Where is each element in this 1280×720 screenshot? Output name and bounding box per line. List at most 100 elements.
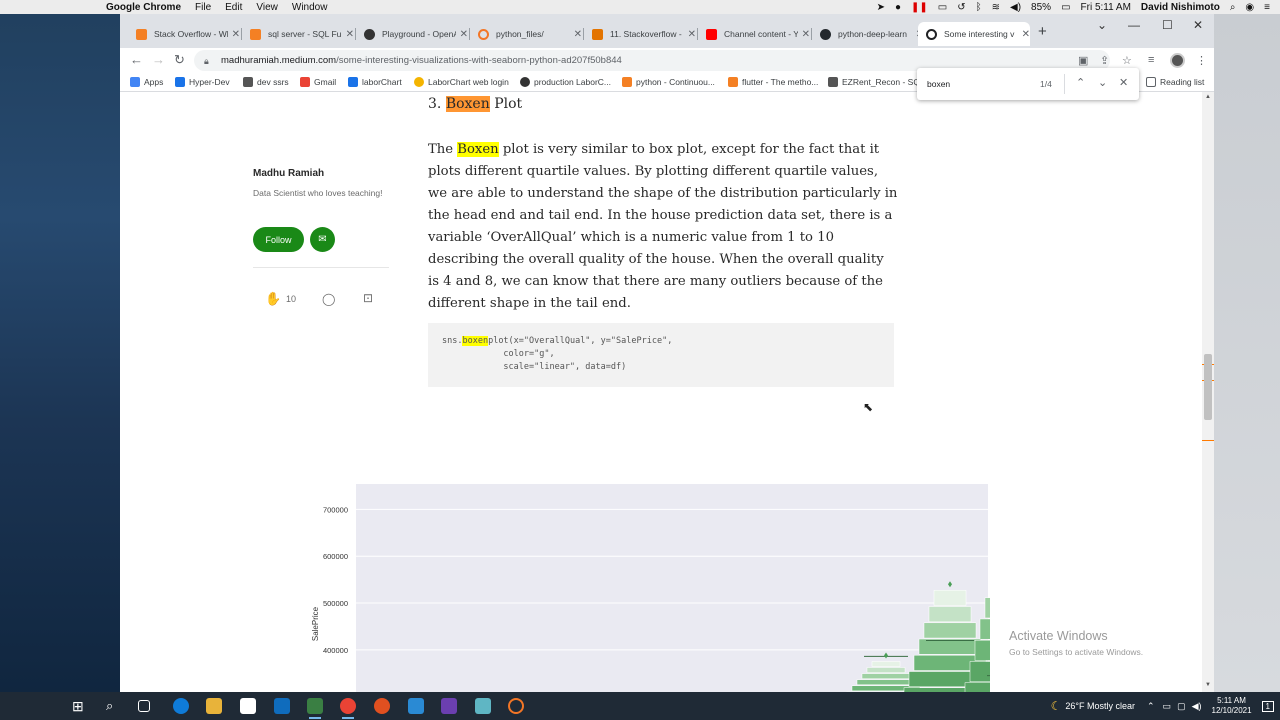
control-center-icon[interactable]: ≡ [1264,2,1270,13]
scroll-up-icon[interactable]: ▲ [1205,94,1211,100]
bookmark-laborchart[interactable]: laborChart [348,77,402,87]
tab-playground[interactable]: Playground - OpenA ✕ [356,22,468,46]
desktop-background [0,14,120,692]
back-button[interactable]: ← [130,52,143,67]
menu-edit[interactable]: Edit [225,2,242,13]
close-icon[interactable]: ✕ [802,29,810,40]
find-input[interactable]: boxen [927,79,950,89]
menu-kebab-icon[interactable]: ⋮ [1196,54,1207,67]
tab-stackoverflow[interactable]: Stack Overflow - Wh ✕ [128,22,240,46]
find-prev-icon[interactable]: ⌃ [1076,76,1085,89]
search-icon[interactable]: ⌕ [1230,2,1236,13]
jupyter-icon[interactable] [508,698,524,714]
bookmark-gmail[interactable]: Gmail [300,77,336,87]
bookmark-hyper-dev[interactable]: Hyper-Dev [175,77,230,87]
pause-icon[interactable]: ❚❚ [911,2,928,13]
close-icon[interactable]: ✕ [574,29,582,40]
bookmark-python-continuous[interactable]: python - Continuou... [622,77,715,87]
github-icon [520,77,530,87]
search-icon[interactable]: ⌕ [106,698,122,714]
page-scrollbar[interactable]: ▲ ▼ [1202,92,1214,692]
edge-icon[interactable] [173,698,189,714]
postman-icon[interactable] [374,698,390,714]
page-action-icon[interactable]: ▣ [1078,54,1088,67]
volume-icon[interactable]: ◀) [1192,701,1202,712]
record-icon[interactable]: ● [895,2,901,13]
tab-stackoverflow-video[interactable]: 11. Stackoverflow - ✕ [584,22,696,46]
bookmark-ezrent-recon[interactable]: EZRent_Recon - SQ... [828,77,927,87]
profile-avatar[interactable] [1170,53,1185,68]
forward-button[interactable]: → [152,52,165,67]
clap-count[interactable]: 10 [286,294,296,304]
close-icon[interactable]: ✕ [460,29,468,40]
close-icon[interactable]: ✕ [1022,29,1030,40]
terminal-icon[interactable] [475,698,491,714]
bluetooth-icon[interactable]: ᛒ [976,2,982,13]
siri-icon[interactable]: ◉ [1245,2,1254,13]
wifi-icon[interactable]: ≋ [992,2,1000,13]
outlook-icon[interactable] [274,698,290,714]
chevron-up-icon[interactable]: ⌃ [1147,701,1155,712]
star-icon[interactable]: ☆ [1122,54,1132,67]
tab-python-files[interactable]: python_files/ ✕ [470,22,582,46]
follow-button[interactable]: Follow [253,227,304,252]
new-tab-button[interactable]: + [1038,23,1047,40]
tab-active-medium[interactable]: Some interesting v ✕ [918,22,1030,46]
lock-icon[interactable]: 🔒︎ [204,56,212,66]
task-view-icon[interactable] [138,700,150,712]
comment-icon[interactable]: ◯ [322,292,335,306]
minimize-button[interactable]: — [1128,18,1140,32]
maximize-button[interactable]: ☐ [1162,18,1173,32]
share-icon[interactable]: ⇪ [1100,54,1109,67]
battery-icon[interactable]: ▭ [1163,701,1172,712]
chrome-icon[interactable] [340,698,356,719]
clap-icon[interactable]: ✋ [265,291,281,307]
bookmark-dev-ssrs[interactable]: dev ssrs [243,77,289,87]
weather-icon[interactable]: ☾ [1051,699,1062,713]
bookmark-laborchart-web-login[interactable]: LaborChart web login [414,77,509,87]
menu-window[interactable]: Window [292,2,328,13]
menu-clock[interactable]: Fri 5:11 AM [1081,2,1131,13]
file-explorer-icon[interactable] [206,698,222,714]
bookmark-production-laborchart[interactable]: production LaborC... [520,77,611,87]
menu-user[interactable]: David Nishimoto [1141,2,1220,13]
scroll-down-icon[interactable]: ▼ [1205,682,1211,688]
find-next-icon[interactable]: ⌄ [1098,76,1107,89]
location-icon[interactable]: ➤ [877,2,885,13]
scrollbar-thumb[interactable] [1204,354,1212,420]
network-icon[interactable]: ▢ [1177,701,1186,712]
taskbar-clock[interactable]: 5:11 AM 12/10/2021 [1212,696,1252,716]
volume-icon[interactable]: ◀) [1010,2,1021,13]
close-icon[interactable]: ✕ [232,29,240,40]
windows-start-icon[interactable]: ⊞ [72,698,88,714]
find-close-icon[interactable]: ✕ [1119,76,1128,89]
bookmark-add-icon[interactable]: ⊡ [363,291,373,305]
bookmark-flutter[interactable]: flutter - The metho... [728,77,818,87]
tab-sql-server[interactable]: sql server - SQL Fu ✕ [242,22,354,46]
notification-icon[interactable]: 1 [1261,700,1274,712]
tab-youtube-channel[interactable]: Channel content - Y ✕ [698,22,810,46]
python-icon[interactable] [307,698,323,719]
close-icon[interactable]: ✕ [688,29,696,40]
menu-view[interactable]: View [256,2,278,13]
display-icon[interactable]: ▭ [938,2,947,13]
tab-search-icon[interactable]: ⌄ [1097,18,1107,32]
weather-text[interactable]: 26°F Mostly clear [1065,701,1135,711]
menu-file[interactable]: File [195,2,211,13]
battery-icon[interactable]: ▭ [1061,2,1070,13]
store-icon[interactable] [240,698,256,714]
visual-studio-icon[interactable] [441,698,457,714]
reading-list[interactable]: Reading list [1146,77,1204,87]
reload-button[interactable]: ↻ [174,52,185,68]
menu-app-name[interactable]: Google Chrome [106,2,181,13]
battery-percent[interactable]: 85% [1031,2,1051,13]
close-window-button[interactable]: ✕ [1193,18,1203,32]
media-control-icon[interactable]: ≡ [1148,54,1154,66]
subscribe-mail-icon[interactable]: ✉ [310,227,335,252]
author-name[interactable]: Madhu Ramiah [253,168,393,179]
close-icon[interactable]: ✕ [346,29,354,40]
vscode-icon[interactable] [408,698,424,714]
bookmark-apps[interactable]: Apps [130,77,163,87]
tab-github[interactable]: python-deep-learn ✕ [812,22,924,46]
history-icon[interactable]: ↺ [957,2,965,13]
